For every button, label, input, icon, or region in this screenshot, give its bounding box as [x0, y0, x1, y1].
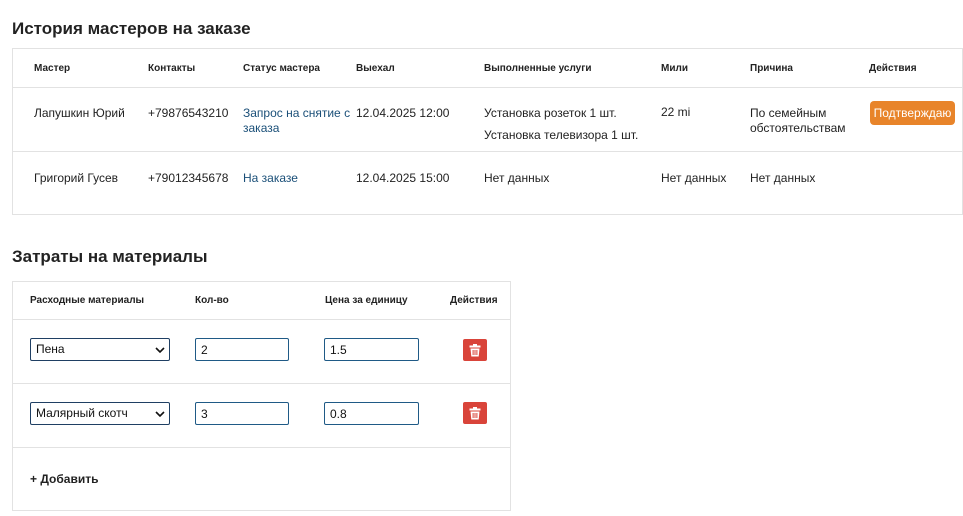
header-material: Расходные материалы [30, 295, 145, 306]
header-contacts: Контакты [148, 63, 196, 74]
header-divider [13, 319, 510, 320]
master-status: Запрос на снятие с заказа [243, 106, 351, 135]
service-item: Установка телевизора 1 шт. [484, 128, 639, 142]
materials-cost-title: Затраты на материалы [12, 247, 208, 266]
delete-button[interactable] [463, 339, 487, 361]
header-reason: Причина [750, 63, 793, 74]
departed-time: 12.04.2025 12:00 [356, 106, 450, 120]
row-divider [13, 383, 510, 384]
masters-history-table: Мастер Контакты Статус мастера Выехал Вы… [12, 48, 963, 215]
quantity-input[interactable] [195, 402, 289, 425]
row-divider [13, 151, 962, 152]
header-actions: Действия [450, 295, 498, 306]
header-miles: Мили [661, 63, 688, 74]
material-select-value: Малярный скотч [36, 406, 128, 420]
unit-price-input[interactable] [324, 402, 419, 425]
material-select-value: Пена [36, 342, 65, 356]
departed-time: 12.04.2025 15:00 [356, 171, 450, 185]
trash-icon [469, 343, 481, 356]
reason-text: Нет данных [750, 171, 816, 185]
header-services: Выполненные услуги [484, 63, 592, 74]
master-contacts: +79876543210 [148, 106, 229, 120]
master-contacts: +79012345678 [148, 171, 229, 185]
add-material-button[interactable]: + Добавить [30, 472, 98, 486]
master-status: На заказе [243, 171, 298, 185]
header-master: Мастер [34, 63, 71, 74]
unit-price-input[interactable] [324, 338, 419, 361]
chevron-down-icon [155, 411, 165, 418]
trash-icon [469, 406, 481, 419]
quantity-input[interactable] [195, 338, 289, 361]
master-name: Григорий Гусев [34, 171, 119, 185]
master-name: Лапушкин Юрий [34, 106, 125, 120]
service-item: Установка розеток 1 шт. [484, 106, 617, 120]
miles-value: 22 mi [661, 105, 691, 119]
service-item: Нет данных [484, 171, 550, 185]
header-status: Статус мастера [243, 63, 320, 74]
header-divider [13, 87, 962, 88]
header-qty: Кол-во [195, 295, 229, 306]
material-select[interactable]: Пена [30, 338, 170, 361]
header-actions: Действия [869, 63, 917, 74]
material-select[interactable]: Малярный скотч [30, 402, 170, 425]
confirm-button[interactable]: Подтверждаю [870, 101, 955, 125]
miles-value: Нет данных [661, 171, 727, 185]
row-divider [13, 447, 510, 448]
reason-text: По семейным обстоятельствам [750, 106, 846, 135]
header-price: Цена за единицу [325, 295, 408, 306]
chevron-down-icon [155, 347, 165, 354]
materials-table: Расходные материалы Кол-во Цена за едини… [12, 281, 511, 511]
delete-button[interactable] [463, 402, 487, 424]
header-departed: Выехал [356, 63, 395, 74]
masters-history-title: История мастеров на заказе [12, 19, 251, 38]
